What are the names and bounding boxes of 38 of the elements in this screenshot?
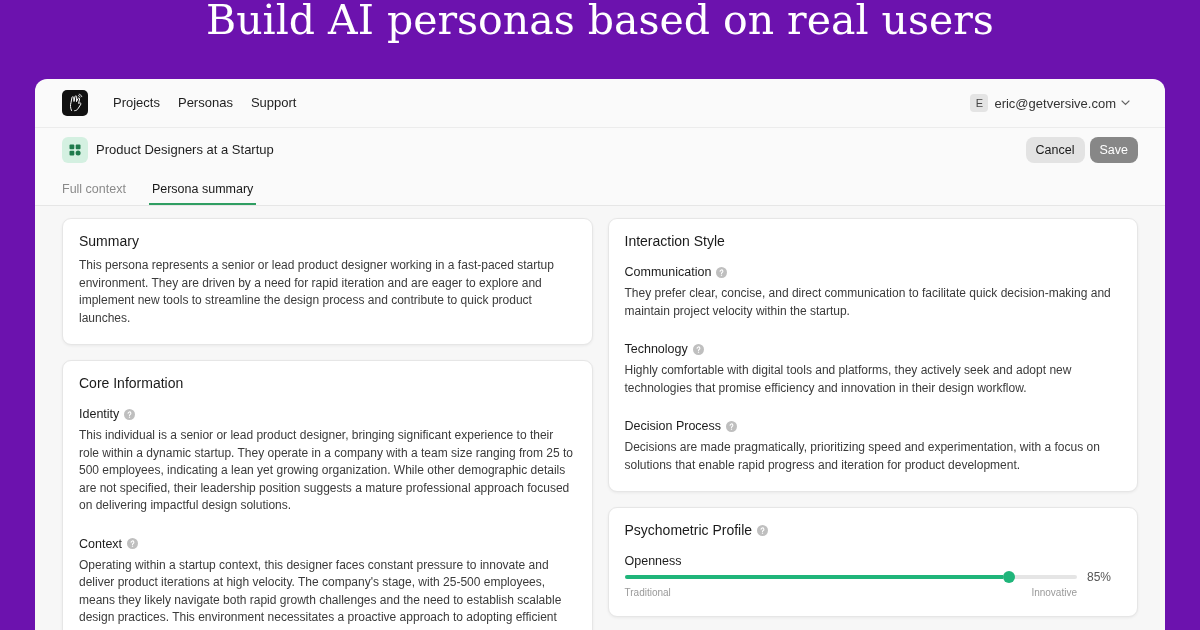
shapes-icon — [62, 137, 88, 163]
nav-link[interactable]: Support — [250, 95, 297, 111]
card-title: Interaction Style — [624, 232, 725, 250]
avatar: E — [970, 94, 989, 112]
section-label: Context — [79, 535, 123, 552]
section-text: This individual is a senior or lead product designer, bringing significant experience to their role within a dynamic startup. They operate in a company with a team size ranging from 25 to 500 employees, indicating a lean yet growing organization. While other demographic details are not specified, their leadership position suggests a mature professional approach focused on delivering impactful design solutions. — [79, 427, 575, 514]
card-text: This persona represents a senior or lead product designer working in a fast-paced startup environment. They are driven by a need for rapid iteration and are eager to explore and implement new tools to streamline the design process and contribute to quick product launches. — [79, 257, 555, 327]
section-label: Identity — [79, 406, 120, 422]
trait-name: Openness — [624, 553, 683, 569]
headline: Build AI personas based on real users — [205, 0, 995, 46]
nav-link[interactable]: Projects — [113, 95, 160, 111]
cancel-button[interactable]: Cancel — [1025, 137, 1085, 163]
section-text: They prefer clear, concise, and direct communication to facilitate quick decision-making and maintain project velocity within the startup. — [624, 285, 1112, 320]
card-title: Psychometric Profile — [624, 521, 753, 539]
card-title: Core Information — [79, 374, 184, 392]
nav-link[interactable]: Personas — [177, 95, 233, 111]
help-icon[interactable] — [692, 343, 704, 355]
hand-logo-icon[interactable] — [62, 90, 88, 116]
slider-thumb[interactable] — [1003, 571, 1016, 583]
section-label: Communication — [624, 264, 712, 280]
help-icon[interactable] — [124, 408, 136, 420]
card-title: Summary — [79, 232, 139, 250]
help-icon[interactable] — [726, 420, 738, 432]
trait-value: 85% — [1087, 569, 1113, 585]
section-label: Decision Process — [624, 418, 722, 434]
scale-low-label: Traditional — [624, 587, 671, 599]
account-menu-button[interactable]: eric@getversive.com — [994, 95, 1130, 111]
scale-high-label: Innovative — [1031, 587, 1077, 599]
section-label: Technology — [624, 341, 688, 357]
help-icon[interactable] — [757, 524, 769, 536]
help-icon[interactable] — [716, 266, 728, 278]
help-icon[interactable] — [127, 538, 139, 549]
section-text: Highly comfortable with digital tools and platforms, they actively seek and adopt new technologies that promise efficiency and innovation in their design workflow. — [624, 362, 1073, 397]
chevron-down-icon[interactable] — [1121, 100, 1130, 106]
save-button[interactable]: Save — [1089, 137, 1138, 163]
section-text: Decisions are made pragmatically, prioritizing speed and experimentation, with a focus on solutions that enable rapid progress and iteration for product development. — [624, 439, 1101, 474]
section-text: Operating within a startup context, this designer faces constant pressure to innovate and deliver product iterations at high velocity. The company's stage, with 25-500 employees, means they likely navigate both rapid growth challenges and the need to establish scalable design practices. This environment necessitates a proactive approach to adopting efficient — [79, 556, 563, 626]
persona-title: Product Designers at a Startup — [96, 142, 274, 158]
